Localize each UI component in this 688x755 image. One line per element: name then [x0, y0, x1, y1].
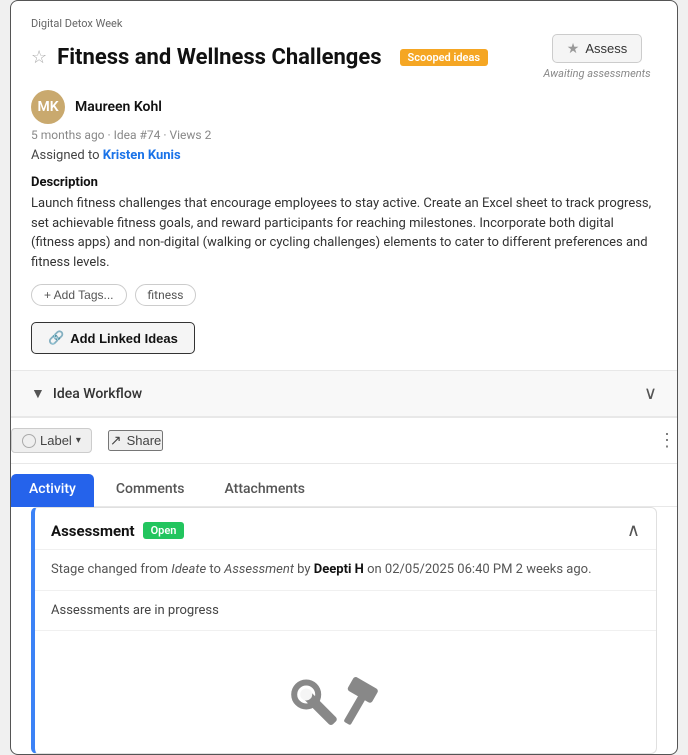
- assigned-to-link[interactable]: Kristen Kunis: [103, 148, 181, 163]
- in-progress-row: Assessments are in progress: [35, 591, 656, 631]
- tools-illustration: [35, 631, 656, 753]
- assess-star-icon: ★: [567, 40, 580, 57]
- action-left: Label ▾ ↗ Share: [11, 428, 163, 453]
- chevron-down-icon: ∨: [644, 383, 657, 404]
- title-row: ☆ Fitness and Wellness Challenges Scoope…: [31, 34, 657, 80]
- label-button[interactable]: Label ▾: [11, 428, 92, 453]
- share-icon: ↗: [110, 432, 122, 449]
- assess-button[interactable]: ★ Assess: [552, 34, 642, 63]
- assigned-label: Assigned to: [31, 148, 100, 163]
- action-bar: Label ▾ ↗ Share ⋮: [10, 418, 678, 464]
- share-text: Share: [127, 433, 162, 448]
- meta-row: 5 months ago · Idea #74 · Views 2: [31, 128, 657, 142]
- assessment-header: Assessment Open ∧: [35, 508, 656, 550]
- awaiting-text: Awaiting assessments: [543, 67, 650, 80]
- category-label: Digital Detox Week: [31, 17, 657, 30]
- tab-comments[interactable]: Comments: [98, 474, 203, 507]
- assessment-title: Assessment: [51, 522, 135, 540]
- assess-area: ★ Assess Awaiting assessments: [537, 34, 657, 80]
- star-icon[interactable]: ☆: [31, 47, 47, 68]
- main-card: Digital Detox Week ☆ Fitness and Wellnes…: [10, 0, 678, 755]
- tag-fitness: fitness: [135, 284, 197, 306]
- description-label: Description: [31, 175, 657, 190]
- filter-icon: ▼: [31, 385, 45, 402]
- workflow-left: ▼ Idea Workflow: [31, 385, 142, 402]
- activity-section: Assessment Open ∧ Stage changed from Ide…: [11, 507, 677, 754]
- linked-ideas-icon: 🔗: [48, 330, 64, 346]
- more-options-button[interactable]: ⋮: [658, 430, 677, 451]
- linked-ideas-button[interactable]: 🔗 Add Linked Ideas: [31, 322, 195, 354]
- stage-change-text: Stage changed from Ideate to Assessment …: [35, 550, 656, 591]
- add-tags-button[interactable]: + Add Tags...: [31, 284, 127, 306]
- chevron-up-icon[interactable]: ∧: [627, 520, 640, 541]
- page-title: Fitness and Wellness Challenges: [57, 45, 381, 70]
- scooped-badge: Scooped ideas: [400, 49, 488, 66]
- tab-activity[interactable]: Activity: [11, 474, 94, 507]
- open-badge: Open: [143, 522, 185, 539]
- title-left: ☆ Fitness and Wellness Challenges Scoope…: [31, 45, 537, 70]
- label-chevron-icon: ▾: [76, 435, 81, 446]
- tags-row: + Add Tags... fitness: [31, 284, 657, 306]
- author-row: MK Maureen Kohl: [31, 90, 657, 124]
- workflow-label: Idea Workflow: [53, 386, 142, 402]
- label-text: Label: [40, 433, 72, 448]
- linked-ideas-label: Add Linked Ideas: [70, 331, 178, 346]
- description-section: Description Launch fitness challenges th…: [31, 175, 657, 272]
- share-button[interactable]: ↗ Share: [108, 430, 163, 451]
- tabs-row: Activity Comments Attachments: [10, 464, 678, 507]
- avatar: MK: [31, 90, 65, 124]
- tab-attachments[interactable]: Attachments: [207, 474, 323, 507]
- linked-ideas-container: 🔗 Add Linked Ideas: [31, 322, 657, 370]
- assigned-row: Assigned to Kristen Kunis: [31, 148, 657, 163]
- description-text: Launch fitness challenges that encourage…: [31, 194, 657, 272]
- assessment-title-row: Assessment Open: [51, 522, 184, 540]
- assessment-card: Assessment Open ∧ Stage changed from Ide…: [31, 507, 657, 754]
- assess-button-label: Assess: [585, 41, 627, 56]
- label-circle-icon: [22, 434, 36, 448]
- idea-workflow-section[interactable]: ▼ Idea Workflow ∨: [11, 370, 677, 417]
- author-name: Maureen Kohl: [75, 99, 162, 115]
